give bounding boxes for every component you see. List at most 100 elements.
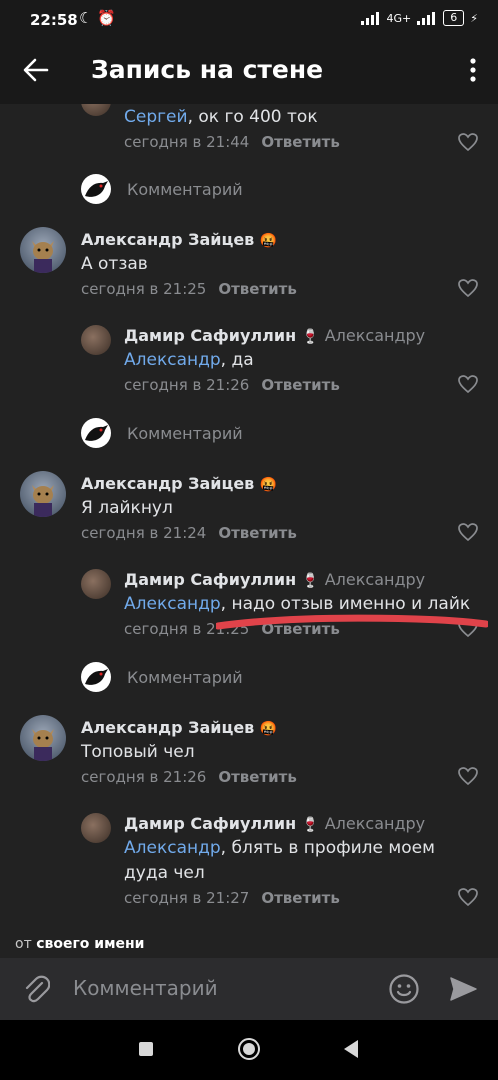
reply-button[interactable]: Ответить [261, 889, 340, 907]
author-emoji: 🍷 [301, 329, 320, 345]
comment-time: сегодня в 21:26 [81, 768, 207, 786]
comment-time: сегодня в 21:25 [81, 280, 207, 298]
reply-button[interactable]: Ответить [218, 768, 297, 786]
emoji-smile-icon[interactable] [388, 973, 420, 1005]
reply-button[interactable]: Ответить [218, 280, 297, 298]
comment-body-line2: дуда чел [124, 863, 205, 883]
comment-author[interactable]: Александр Зайцев 🤬 [81, 718, 277, 737]
back-arrow-icon[interactable] [22, 56, 50, 84]
comment-placeholder[interactable]: Комментарий [127, 668, 243, 687]
comment-placeholder[interactable]: Комментарий [127, 180, 243, 199]
comment-time: сегодня в 21:25 [124, 620, 250, 638]
comment-text: Александр, да [124, 350, 254, 370]
like-heart-icon[interactable] [458, 523, 478, 541]
author-emoji: 🤬 [259, 721, 278, 737]
my-avatar [81, 174, 111, 204]
mention-link[interactable]: Сергей [124, 107, 188, 127]
comment-meta: сегодня в 21:25 Ответить [81, 280, 297, 298]
author-name: Александр Зайцев [81, 474, 255, 493]
home-button[interactable] [238, 1038, 260, 1060]
like-heart-icon[interactable] [458, 767, 478, 785]
comment-author[interactable]: Александр Зайцев 🤬 [81, 230, 277, 249]
comment-author[interactable]: Александр Зайцев 🤬 [81, 474, 277, 493]
raven-icon [85, 669, 108, 685]
status-time: 22:58 [30, 11, 78, 29]
comment-meta: сегодня в 21:44 Ответить [124, 133, 340, 151]
like-heart-icon[interactable] [458, 375, 478, 393]
send-icon[interactable] [448, 974, 478, 1004]
author-name: Александр Зайцев [81, 230, 255, 249]
cat-avatar-icon [32, 485, 54, 517]
avatar[interactable] [20, 227, 66, 273]
signal-icon [360, 12, 379, 25]
mention-link[interactable]: Александр [124, 594, 221, 614]
cat-avatar-icon [32, 729, 54, 761]
post-as-label: от своего имени [15, 936, 145, 952]
raven-icon [85, 181, 108, 197]
mention-link[interactable]: Александр [124, 350, 221, 370]
comment-input-bar [0, 958, 498, 1020]
avatar[interactable] [81, 813, 111, 843]
like-heart-icon[interactable] [458, 619, 478, 637]
signal-icon-2 [417, 12, 436, 25]
comment-body: , надо отзыв именно и лайк [220, 594, 471, 614]
comment-meta: сегодня в 21:27 Ответить [124, 889, 340, 907]
comment-text: Сергей, ок го 400 ток [124, 107, 318, 127]
more-options-icon[interactable] [470, 58, 476, 82]
system-back-button[interactable] [344, 1040, 358, 1058]
comment-time: сегодня в 21:24 [81, 524, 207, 542]
comment-time: сегодня в 21:44 [124, 133, 250, 151]
reply-author[interactable]: Дамир Сафиуллин 🍷 Александру [124, 570, 425, 589]
comment-body: Я лайкнул [81, 498, 173, 518]
author-name: Александр Зайцев [81, 718, 255, 737]
avatar[interactable] [20, 471, 66, 517]
author-name: Дамир Сафиуллин [124, 326, 297, 345]
comment-meta: сегодня в 21:26 Ответить [81, 768, 297, 786]
like-heart-icon[interactable] [458, 133, 478, 151]
comment-text: Александр, блять в профиле моем [124, 838, 435, 858]
post-as-prefix: от [15, 936, 32, 952]
page-title: Запись на стене [91, 55, 324, 84]
comment-body: , да [220, 350, 254, 370]
top-bar: Запись на стене [0, 40, 498, 104]
comment-meta: сегодня в 21:24 Ответить [81, 524, 297, 542]
post-as-value[interactable]: своего имени [36, 936, 144, 952]
system-nav-bar [0, 1020, 498, 1080]
comment-time: сегодня в 21:26 [124, 376, 250, 394]
author-emoji: 🍷 [301, 573, 320, 589]
comment-text: Александр, надо отзыв именно и лайк [124, 594, 470, 614]
battery-icon: 6 [443, 10, 465, 26]
comment-time: сегодня в 21:27 [124, 889, 250, 907]
reply-button[interactable]: Ответить [261, 133, 340, 151]
avatar[interactable] [81, 325, 111, 355]
reply-author[interactable]: Дамир Сафиуллин 🍷 Александру [124, 326, 425, 345]
like-heart-icon[interactable] [458, 888, 478, 906]
author-emoji: 🤬 [259, 477, 278, 493]
comments-feed[interactable]: Сергей, ок го 400 ток сегодня в 21:44 Отв… [0, 104, 498, 928]
mention-link[interactable]: Александр [124, 838, 221, 858]
comment-placeholder[interactable]: Комментарий [127, 424, 243, 443]
avatar[interactable] [81, 104, 111, 116]
status-bar: 22:58 ☾ ⏰ 4G+ 6 ⚡ [0, 0, 498, 40]
reply-to: Александру [324, 814, 426, 833]
status-icons: ☾ ⏰ [79, 9, 116, 27]
post-as-bar[interactable]: от своего имени [0, 928, 498, 958]
raven-icon [85, 425, 108, 441]
comment-body: Топовый чел [81, 742, 195, 762]
comment-input[interactable] [73, 976, 373, 1000]
author-name: Дамир Сафиуллин [124, 814, 297, 833]
like-heart-icon[interactable] [458, 279, 478, 297]
comment-body: , блять в профиле моем [220, 838, 435, 858]
comment-meta: сегодня в 21:25 Ответить [124, 620, 340, 638]
cat-avatar-icon [32, 241, 54, 273]
reply-button[interactable]: Ответить [218, 524, 297, 542]
recents-button[interactable] [139, 1042, 153, 1056]
reply-button[interactable]: Ответить [261, 376, 340, 394]
avatar[interactable] [81, 569, 111, 599]
reply-author[interactable]: Дамир Сафиуллин 🍷 Александру [124, 814, 425, 833]
avatar[interactable] [20, 715, 66, 761]
reply-button[interactable]: Ответить [261, 620, 340, 638]
reply-to: Александру [324, 326, 426, 345]
author-emoji: 🍷 [301, 817, 320, 833]
attach-clip-icon[interactable] [22, 974, 50, 1004]
